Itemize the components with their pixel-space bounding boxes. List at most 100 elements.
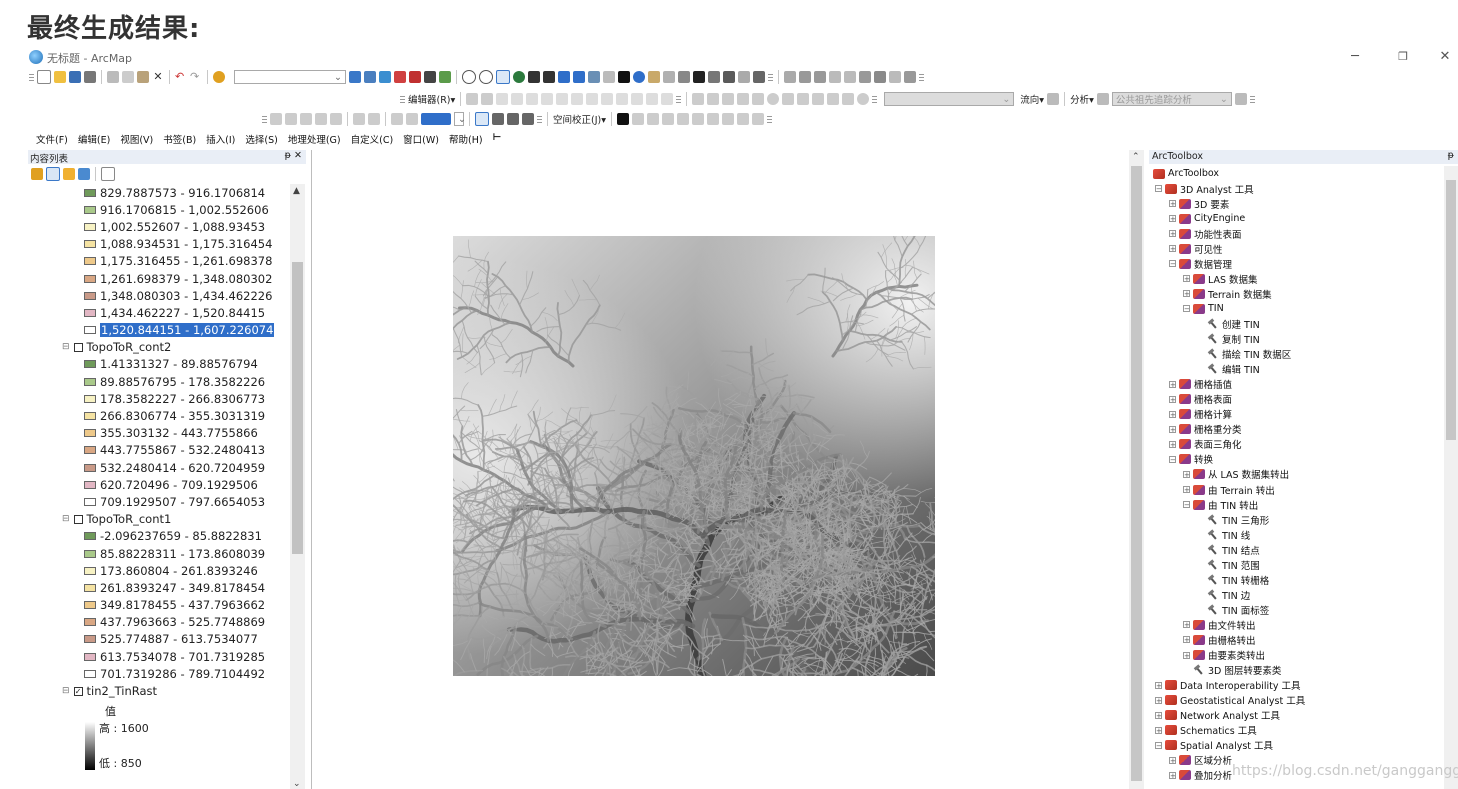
- measure-icon[interactable]: [678, 71, 690, 83]
- toolset-item[interactable]: + 由栅格转出: [1149, 632, 1442, 647]
- effects-icon[interactable]: [507, 113, 519, 125]
- full-extent-icon[interactable]: [513, 71, 525, 83]
- edge-match-icon[interactable]: [736, 113, 749, 125]
- collapse-icon[interactable]: −: [1169, 260, 1176, 268]
- attribute-transfer-icon[interactable]: [751, 113, 764, 125]
- flag-icon[interactable]: [844, 71, 856, 83]
- legend-class-item[interactable]: 525.774887 - 613.7534077: [28, 631, 290, 648]
- toc-scroll-thumb[interactable]: [292, 262, 303, 554]
- new-link-icon[interactable]: [631, 113, 644, 125]
- reshape-icon[interactable]: [571, 93, 584, 105]
- menu-customize[interactable]: 自定义(C): [351, 132, 394, 146]
- raster-info-icon[interactable]: [391, 113, 403, 125]
- edit-annotation-icon[interactable]: [481, 93, 494, 105]
- symbol-swatch[interactable]: [84, 532, 96, 541]
- identify-icon[interactable]: [633, 71, 645, 83]
- arctoolbox-pin[interactable]: ᵽ: [1448, 150, 1454, 161]
- add-data-icon[interactable]: [213, 71, 225, 83]
- symbol-swatch[interactable]: [84, 222, 96, 231]
- toolbox-item[interactable]: − 3D Analyst 工具: [1149, 181, 1442, 196]
- legend-class-item[interactable]: 613.7534078 - 701.7319285: [28, 648, 290, 665]
- find-route-icon[interactable]: [708, 71, 720, 83]
- network-options-icon[interactable]: [904, 71, 916, 83]
- snap-icon[interactable]: [692, 93, 705, 105]
- go-back-icon[interactable]: [558, 71, 570, 83]
- legend-class-item[interactable]: 532.2480414 - 620.7204959: [28, 459, 290, 476]
- toolbar-handle-icon[interactable]: ⊢: [493, 132, 502, 146]
- network-find-icon[interactable]: [812, 93, 825, 105]
- cut-icon[interactable]: [107, 71, 119, 83]
- collapse-icon[interactable]: ⊟: [62, 686, 70, 696]
- go-forward-icon[interactable]: [573, 71, 585, 83]
- trace-segment-icon[interactable]: [526, 93, 539, 105]
- legend-class-item[interactable]: 1,175.316455 - 1,261.698378: [28, 253, 290, 270]
- symbol-swatch[interactable]: [84, 601, 96, 610]
- symbol-swatch[interactable]: [84, 480, 96, 489]
- tin-raster-hillshade[interactable]: [453, 236, 935, 676]
- select-elements-2-icon[interactable]: [616, 113, 629, 125]
- legend-class-item[interactable]: 1,520.844151 - 1,607.226074: [28, 322, 290, 339]
- delete-tin-node-icon[interactable]: [315, 113, 327, 125]
- raster-pixel-icon[interactable]: [406, 113, 418, 125]
- expand-icon[interactable]: +: [1155, 726, 1162, 734]
- legend-class-item[interactable]: 1,261.698379 - 1,348.080302: [28, 270, 290, 287]
- find-binoculars-icon[interactable]: [693, 71, 705, 83]
- hyperlink-icon[interactable]: [648, 71, 660, 83]
- new-document-icon[interactable]: [37, 70, 51, 84]
- symbol-swatch[interactable]: [84, 240, 96, 249]
- zoom-out-icon[interactable]: [479, 70, 493, 84]
- toolset-item[interactable]: + 栅格计算: [1149, 407, 1442, 422]
- expand-icon[interactable]: +: [1169, 410, 1176, 418]
- collapse-icon[interactable]: −: [1155, 741, 1162, 749]
- legend-class-item[interactable]: 355.303132 - 443.7755866: [28, 425, 290, 442]
- html-popup-icon[interactable]: [663, 71, 675, 83]
- toolset-item[interactable]: + Terrain 数据集: [1149, 286, 1442, 301]
- symbol-swatch[interactable]: [84, 497, 96, 506]
- undo-icon[interactable]: ↶: [175, 71, 187, 83]
- toolset-item[interactable]: + 栅格表面: [1149, 392, 1442, 407]
- pan-hand-icon[interactable]: [496, 70, 510, 84]
- menu-view[interactable]: 视图(V): [120, 132, 153, 146]
- symbol-swatch[interactable]: [84, 188, 96, 197]
- toolset-item[interactable]: − 数据管理: [1149, 256, 1442, 271]
- network-weights-icon[interactable]: [842, 93, 855, 105]
- network-clear-icon[interactable]: [827, 93, 840, 105]
- menu-windows[interactable]: 窗口(W): [403, 132, 439, 146]
- legend-class-item[interactable]: 89.88576795 - 178.3582226: [28, 373, 290, 390]
- swap-edge-icon[interactable]: [330, 113, 342, 125]
- network-icon[interactable]: [814, 71, 826, 83]
- network-barrier-icon[interactable]: [797, 93, 810, 105]
- tool-item[interactable]: TIN 范围: [1149, 557, 1442, 572]
- symbol-swatch[interactable]: [84, 326, 96, 335]
- legend-class-item[interactable]: 1,434.462227 - 1,520.84415: [28, 304, 290, 321]
- toolbar-grip[interactable]: [29, 73, 34, 81]
- legend-class-item[interactable]: 85.88228311 - 173.8608039: [28, 545, 290, 562]
- layer-item[interactable]: ⊟ ✓ tin2_TinRast: [28, 682, 290, 699]
- create-features-icon[interactable]: [661, 93, 674, 105]
- list-by-selection-icon[interactable]: [78, 167, 90, 180]
- legend-class-item[interactable]: 443.7755867 - 532.2480413: [28, 442, 290, 459]
- layer-item[interactable]: ⊟ TopoToR_cont1: [28, 511, 290, 528]
- toolset-item[interactable]: +3D 要素: [1149, 196, 1442, 211]
- fixed-zoom-in-icon[interactable]: [528, 71, 540, 83]
- tool-item[interactable]: 复制 TIN: [1149, 332, 1442, 347]
- tool-item[interactable]: TIN 线: [1149, 527, 1442, 542]
- toolset-item[interactable]: + CityEngine: [1149, 211, 1442, 226]
- symbol-swatch[interactable]: [84, 360, 96, 369]
- collapse-icon[interactable]: −: [1155, 185, 1162, 193]
- view-link-table-icon[interactable]: [706, 113, 719, 125]
- expand-icon[interactable]: +: [1169, 771, 1176, 779]
- arctoolbox-scroll-thumb[interactable]: [1446, 180, 1456, 440]
- redo-icon[interactable]: ↷: [190, 71, 202, 83]
- vertex-snap-icon[interactable]: [707, 93, 720, 105]
- menu-geoprocessing[interactable]: 地理处理(G): [288, 132, 341, 146]
- tool-item[interactable]: 创建 TIN: [1149, 316, 1442, 331]
- collapse-icon[interactable]: ⊟: [62, 514, 70, 524]
- scroll-up-icon[interactable]: ▲: [293, 186, 300, 196]
- symbol-swatch[interactable]: [84, 583, 96, 592]
- legend-class-item[interactable]: 1,088.934531 - 1,175.316454: [28, 236, 290, 253]
- preview-icon[interactable]: [721, 113, 734, 125]
- expand-icon[interactable]: +: [1155, 681, 1162, 689]
- symbol-swatch[interactable]: [84, 205, 96, 214]
- menu-edit[interactable]: 编辑(E): [78, 132, 110, 146]
